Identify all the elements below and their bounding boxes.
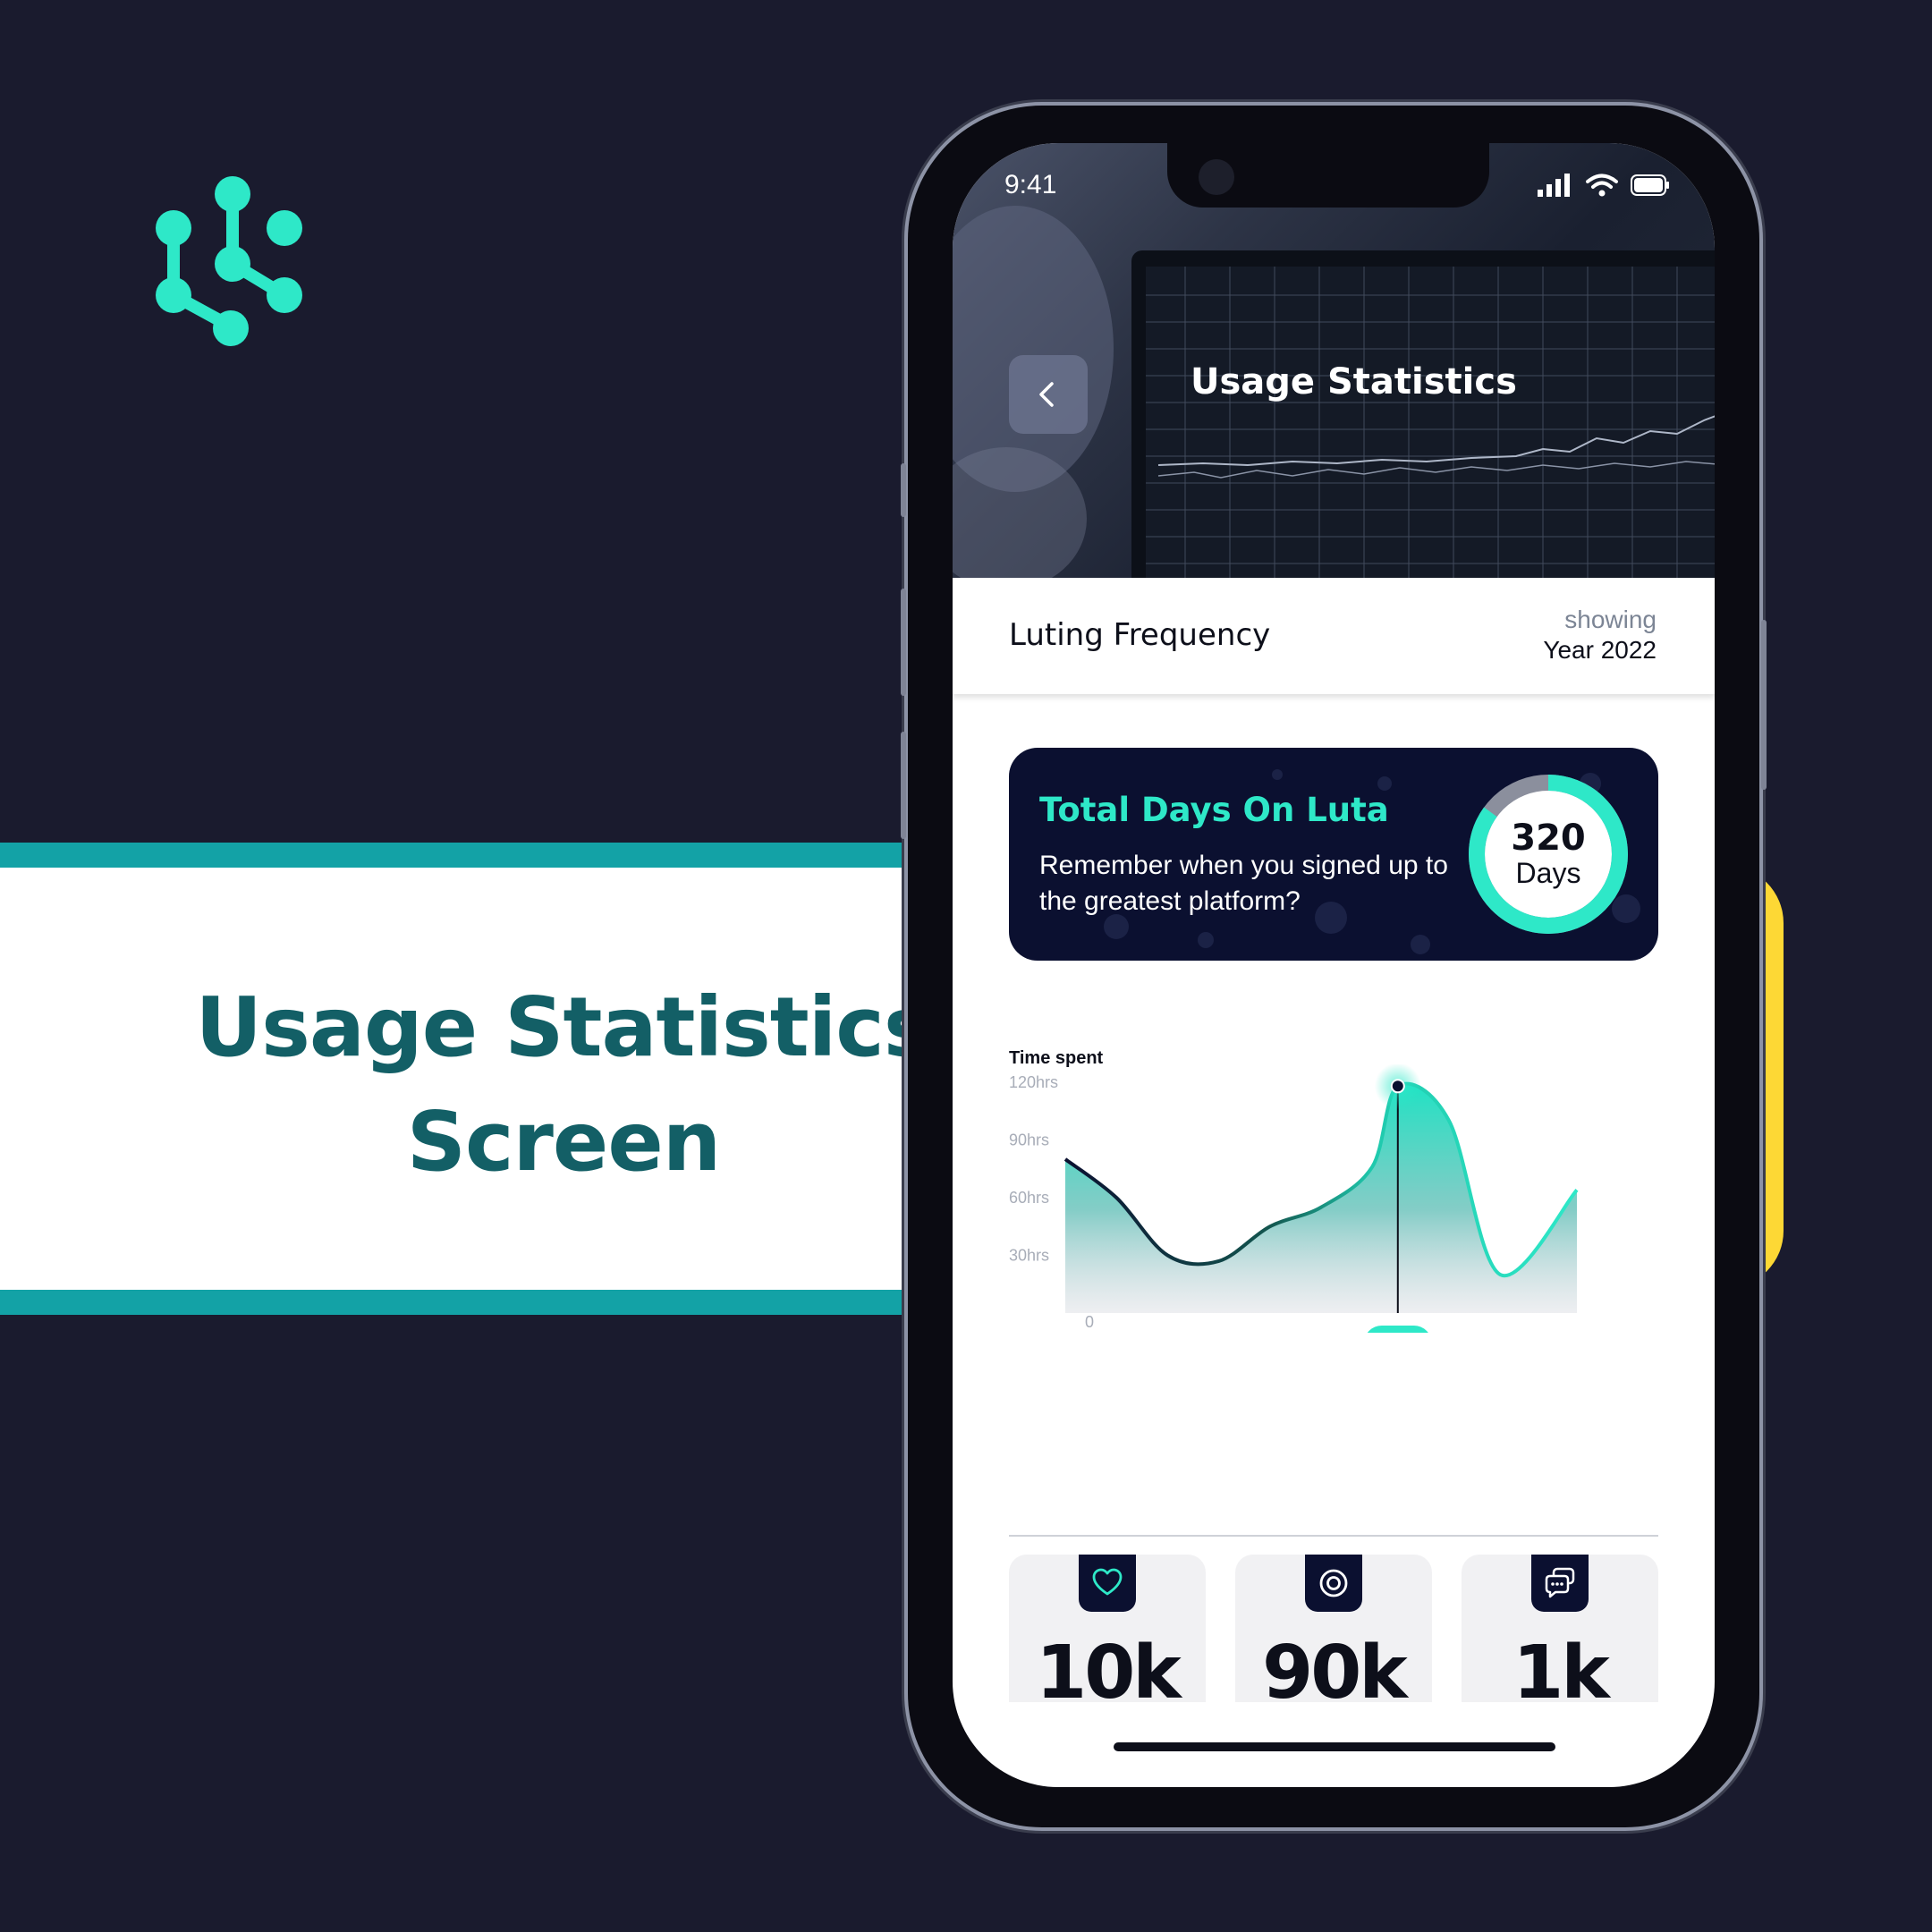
signal-icon xyxy=(1538,174,1570,197)
camera-icon xyxy=(1199,159,1234,195)
status-icons xyxy=(1538,174,1670,197)
stat-value: 90k xyxy=(1262,1631,1408,1703)
days-unit: Days xyxy=(1515,857,1581,889)
home-indicator xyxy=(1114,1742,1555,1751)
stat-icon-badge xyxy=(1079,1555,1136,1612)
y-tick-label: 120hrs xyxy=(1009,1073,1058,1091)
chevron-left-icon xyxy=(1039,382,1054,407)
y-tick-label: 30hrs xyxy=(1009,1247,1049,1265)
heart-icon xyxy=(1092,1568,1123,1596)
status-time: 9:41 xyxy=(1004,170,1057,199)
wifi-icon xyxy=(1586,174,1618,197)
battery-icon xyxy=(1631,174,1669,196)
total-days-card: Total Days On Luta Remember when you sig… xyxy=(1009,748,1658,961)
time-spent-chart: 120hrs90hrs60hrs30hrs0 OctNovDecJanu xyxy=(1009,1064,1579,1333)
eye-icon xyxy=(1319,1569,1348,1597)
back-button[interactable] xyxy=(1009,355,1088,434)
chart-area-fill xyxy=(1065,1083,1577,1313)
y-tick-label: 60hrs xyxy=(1009,1189,1049,1207)
section-header: Luting Frequency showing Year 2022 xyxy=(953,578,1715,694)
stat-value: 10k xyxy=(1036,1631,1182,1703)
x-tick-dec[interactable]: Dec xyxy=(1364,1326,1432,1333)
card-title: Total Days On Luta xyxy=(1039,791,1389,829)
period-selector[interactable]: showing Year 2022 xyxy=(1543,605,1657,665)
stat-card-likes[interactable]: 10k xyxy=(1009,1555,1206,1702)
page-title: Usage Statistics xyxy=(1191,361,1517,402)
section-label: Luting Frequency xyxy=(1009,617,1271,653)
days-value: 320 xyxy=(1511,818,1586,859)
selected-tick-pill xyxy=(1367,1326,1428,1333)
phone-volume-up xyxy=(901,589,906,696)
stat-card-comments[interactable]: 1k xyxy=(1462,1555,1658,1702)
period-value: Year 2022 xyxy=(1543,636,1657,664)
showing-label: showing xyxy=(1564,606,1657,633)
app-screen: 9:41 Usage Statistics Luting Frequency s… xyxy=(953,143,1715,1787)
phone-mute-switch xyxy=(901,463,906,517)
stat-icon-badge xyxy=(1531,1555,1589,1612)
chart-peak-point[interactable] xyxy=(1390,1079,1405,1094)
card-description: Remember when you signed up to the great… xyxy=(1039,851,1448,916)
brand-logo xyxy=(156,176,302,346)
stat-value: 1k xyxy=(1513,1631,1610,1703)
phone-volume-down xyxy=(901,732,906,839)
days-counter: 320 Days xyxy=(1465,819,1631,889)
y-tick-label: 90hrs xyxy=(1009,1131,1049,1149)
divider xyxy=(1009,1535,1658,1537)
stat-card-views[interactable]: 90k xyxy=(1235,1555,1432,1702)
y-tick-label: 0 xyxy=(1085,1313,1094,1331)
phone-power-button xyxy=(1761,620,1767,790)
phone-mockup: 9:41 Usage Statistics Luting Frequency s… xyxy=(901,106,1767,1827)
chat-icon xyxy=(1545,1567,1575,1598)
stat-icon-badge xyxy=(1305,1555,1362,1612)
